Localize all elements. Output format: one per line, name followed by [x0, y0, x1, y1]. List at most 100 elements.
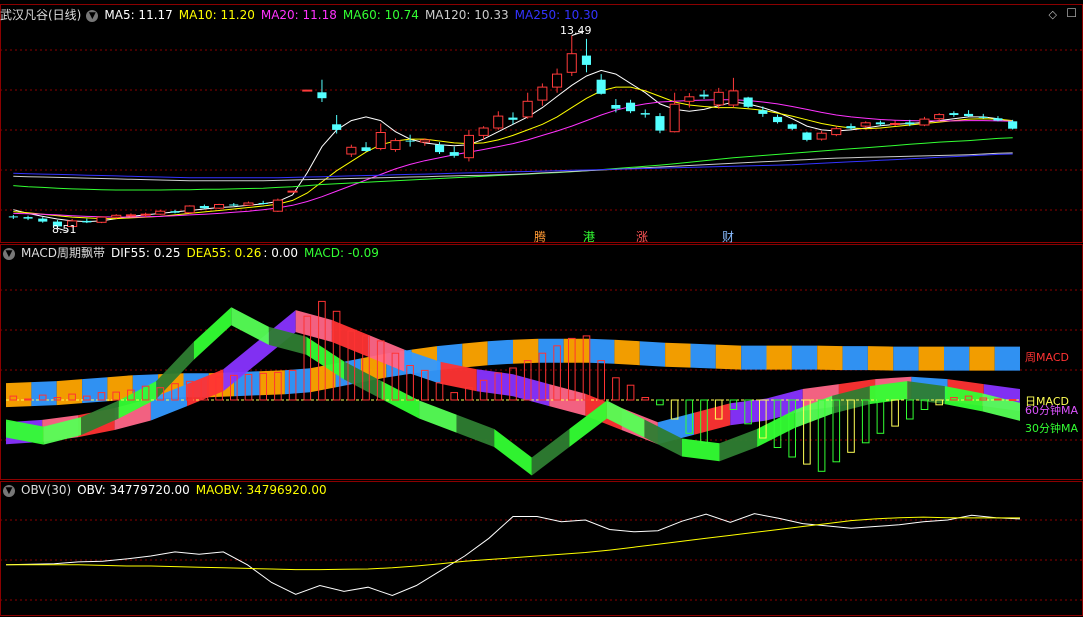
ribbon-weekly-macd [563, 338, 590, 363]
candle-body-up [684, 96, 695, 102]
macd-panel-header: ▼ MACD周期飘带 DIF55: 0.25 DEA55: 0.26: 0.00 MAC… [0, 244, 385, 262]
ribbon-weekly-macd [614, 339, 640, 366]
candle-body-down [405, 140, 415, 142]
ribbon-30min-ma [531, 429, 570, 476]
ribbon-weekly-macd [867, 346, 894, 371]
ribbon-weekly-macd [842, 346, 868, 371]
macd-histogram-bar [641, 397, 650, 401]
ma-line-ma120 [13, 152, 1013, 182]
obv-line-obv [5, 513, 1021, 597]
candle-body-down [905, 122, 915, 125]
candle-body-up [419, 139, 430, 143]
candle-body-down [758, 110, 768, 114]
tag-zhang: 涨 [636, 230, 649, 244]
candle-body-down [626, 102, 636, 112]
ribbon-weekly-macd [639, 341, 666, 367]
candle-body-up [493, 115, 504, 129]
close-icon[interactable]: ☐ [1066, 6, 1077, 20]
macd-histogram-bar [612, 377, 620, 401]
candle-body-down [229, 204, 239, 206]
ribbon-weekly-macd [817, 345, 843, 371]
candle-body-up [669, 103, 680, 133]
candle-body-down [596, 79, 606, 94]
macd-histogram-bar [1008, 399, 1017, 401]
candle-body-up [184, 205, 195, 214]
chevron-down-icon[interactable]: ▼ [3, 484, 15, 497]
macd-panel-title: MACD周期飘带 [21, 246, 105, 260]
macd-histogram-bar [906, 399, 914, 420]
candle-body-up [111, 214, 122, 218]
panel-frame [0, 481, 1083, 616]
macd-histogram-bar [24, 398, 32, 401]
candle-body-down [258, 203, 268, 204]
ma-line-ma10 [13, 86, 1013, 220]
chevron-down-icon[interactable]: ▼ [3, 247, 15, 260]
ribbon-weekly-macd [56, 379, 83, 406]
candle-body-down [38, 218, 48, 222]
candle-body-down [949, 113, 959, 115]
ribbon-30min-ma [456, 414, 495, 447]
macd-histogram-bar [597, 360, 606, 401]
obv-line-maobv [6, 516, 1020, 571]
price-panel-title: 武汉凡谷(日线) [0, 8, 82, 22]
tag-cai: 财 [722, 230, 735, 244]
legend-ma250: MA250: 10.30 [514, 8, 599, 22]
diamond-icon[interactable]: ◇ [1049, 8, 1057, 21]
candle-body-up [346, 146, 357, 155]
label-30min-ma: 30分钟MA [1025, 422, 1079, 435]
macd-histogram-bar [435, 382, 444, 401]
ribbon-weekly-macd [6, 382, 32, 408]
candle-body-down [846, 126, 856, 129]
ribbon-weekly-macd [918, 346, 944, 371]
obv-panel-title: OBV(30) [21, 483, 72, 497]
macd-histogram-bar [994, 398, 1002, 401]
ribbon-30min-ma [419, 400, 457, 433]
candle-body-up [302, 89, 313, 92]
candle-body-down [773, 116, 783, 123]
macd-histogram-bar [670, 399, 679, 420]
candle-body-down [317, 92, 327, 99]
candle-body-down [743, 97, 753, 107]
candle-body-up [390, 140, 401, 151]
ribbon-weekly-macd [589, 338, 615, 364]
ribbon-weekly-macd [766, 345, 792, 370]
chevron-down-icon[interactable]: ▼ [86, 9, 99, 22]
legend-zero: : 0.00 [263, 246, 298, 260]
ribbon-30min-ma [494, 429, 532, 476]
candle-body-down [8, 216, 18, 218]
candle-body-up [831, 128, 842, 136]
label-weekly-macd: 周MACD [1025, 351, 1069, 364]
candle-body-down [655, 116, 665, 131]
obv-panel-header: ▼ OBV(30) OBV: 34779720.00 MAOBV: 34796920.… [0, 481, 333, 499]
candle-body-up [934, 114, 945, 120]
legend-ma5: MA5: 11.17 [104, 8, 173, 22]
label-60min-ma: 60分钟MA [1025, 404, 1079, 417]
ribbon-60min-ma [694, 403, 731, 435]
low-price-label: 8.51 [52, 223, 77, 236]
ribbon-weekly-macd [715, 344, 742, 370]
candle-body-up [214, 204, 225, 209]
candle-body-up [537, 86, 548, 101]
ribbon-30min-ma [606, 400, 645, 438]
candle-body-up [552, 73, 563, 88]
stock-chart-window: 武汉凡谷(日线) ▼ MA5: 11.17 MA10: 11.20 MA20: 11.1… [0, 0, 1083, 617]
candle-body-up [272, 199, 283, 212]
tag-gang: 港 [583, 230, 596, 244]
candle-body-down [361, 147, 371, 151]
legend-obv: OBV: 34779720.00 [77, 483, 190, 497]
ma-line-ma60 [13, 137, 1013, 191]
candle-body-up [890, 123, 901, 125]
candle-body-down [508, 117, 518, 120]
ribbon-weekly-macd [665, 342, 691, 368]
candle-body-up [816, 132, 827, 140]
candle-body-up [566, 53, 577, 73]
ribbon-weekly-macd [82, 377, 108, 404]
candle-body-down [964, 113, 974, 117]
ribbon-weekly-macd [462, 341, 488, 368]
candle-body-up [140, 213, 151, 216]
candle-body-up [287, 190, 298, 193]
legend-ma120: MA120: 10.33 [424, 8, 509, 22]
ribbon-weekly-macd [284, 368, 311, 395]
candle-body-down [199, 206, 209, 209]
candle-body-down [611, 105, 621, 109]
